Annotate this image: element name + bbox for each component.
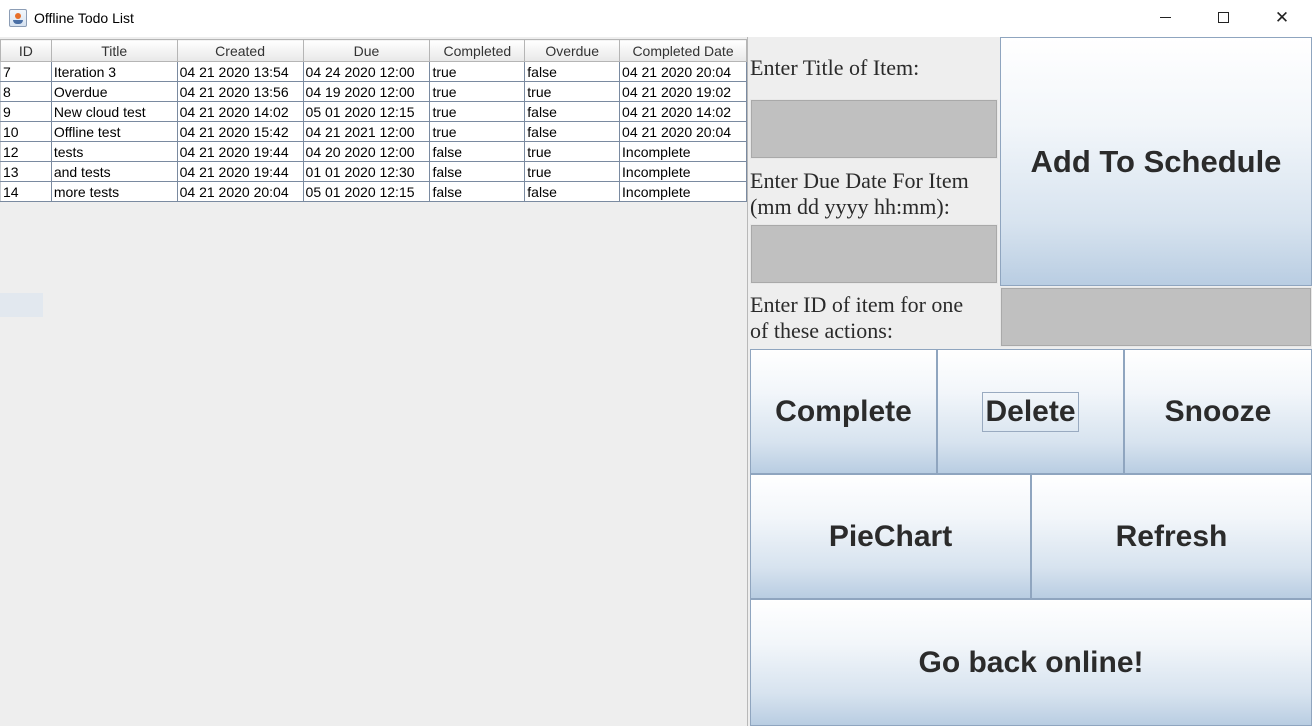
table-row[interactable]: 8 Overdue 04 21 2020 13:56 04 19 2020 12:00… — [0, 81, 747, 102]
table-cell[interactable]: false — [524, 61, 621, 82]
column-header[interactable]: Completed Date — [619, 39, 747, 62]
go-back-online-button[interactable]: Go back online! — [750, 599, 1312, 726]
due-date-input[interactable] — [750, 224, 998, 284]
table-cell[interactable]: false — [429, 161, 526, 182]
table-cell[interactable]: 04 21 2020 14:02 — [176, 101, 304, 122]
table-header-row: ID Title Created Due Completed Overdue Complet… — [0, 39, 747, 62]
table-cell[interactable]: 04 21 2021 12:00 — [302, 121, 431, 142]
minimize-icon[interactable] — [1136, 0, 1194, 36]
table-row[interactable]: 14 more tests 04 21 2020 20:04 05 01 2020 1… — [0, 181, 747, 202]
delete-button-label: Delete — [982, 391, 1079, 432]
column-header[interactable]: Completed — [429, 39, 526, 62]
column-header[interactable]: Overdue — [524, 39, 621, 62]
table-cell[interactable]: false — [524, 181, 621, 202]
maximize-icon[interactable] — [1194, 0, 1252, 36]
table-row[interactable]: 13 and tests 04 21 2020 19:44 01 01 2020 12… — [0, 161, 747, 182]
complete-button[interactable]: Complete — [750, 349, 937, 474]
table-cell[interactable]: 9 — [0, 101, 52, 122]
table-cell[interactable]: true — [429, 121, 526, 142]
snooze-button[interactable]: Snooze — [1124, 349, 1312, 474]
table-empty-area-highlight — [0, 293, 43, 317]
refresh-button[interactable]: Refresh — [1031, 474, 1312, 599]
table-cell[interactable]: 8 — [0, 81, 52, 102]
column-header[interactable]: Title — [50, 39, 178, 62]
todo-table: ID Title Created Due Completed Overdue Complet… — [0, 39, 747, 202]
column-header[interactable]: Created — [176, 39, 304, 62]
piechart-button[interactable]: PieChart — [750, 474, 1031, 599]
table-cell[interactable]: true — [429, 61, 526, 82]
table-cell[interactable]: 04 21 2020 19:02 — [619, 81, 747, 102]
close-icon[interactable]: ✕ — [1253, 0, 1311, 36]
add-to-schedule-button[interactable]: Add To Schedule — [1000, 37, 1312, 286]
table-cell[interactable]: false — [429, 141, 526, 162]
title-input[interactable] — [750, 99, 998, 159]
table-cell[interactable]: Offline test — [50, 121, 178, 142]
column-header[interactable]: ID — [0, 39, 52, 62]
table-cell[interactable]: 7 — [0, 61, 52, 82]
due-label-line2: (mm dd yyyy hh:mm): — [750, 194, 950, 219]
todo-table-panel: ID Title Created Due Completed Overdue Complet… — [0, 37, 748, 726]
table-cell[interactable]: 04 21 2020 20:04 — [619, 61, 747, 82]
table-cell[interactable]: 04 21 2020 19:44 — [176, 161, 304, 182]
table-cell[interactable]: 12 — [0, 141, 52, 162]
table-cell[interactable]: Incomplete — [619, 141, 747, 162]
id-label-line2: of these actions: — [750, 318, 893, 343]
table-cell[interactable]: 04 21 2020 20:04 — [176, 181, 304, 202]
table-cell[interactable]: 04 21 2020 13:54 — [176, 61, 304, 82]
table-cell[interactable]: 14 — [0, 181, 52, 202]
table-cell[interactable]: Incomplete — [619, 161, 747, 182]
id-label-line1: Enter ID of item for one — [750, 292, 964, 317]
table-cell[interactable]: 04 21 2020 20:04 — [619, 121, 747, 142]
due-label-line1: Enter Due Date For Item — [750, 168, 969, 193]
table-cell[interactable]: true — [429, 81, 526, 102]
table-cell[interactable]: 05 01 2020 12:15 — [302, 181, 431, 202]
table-cell[interactable]: 04 21 2020 14:02 — [619, 101, 747, 122]
table-cell[interactable]: tests — [50, 141, 178, 162]
table-cell[interactable]: 04 20 2020 12:00 — [302, 141, 431, 162]
table-cell[interactable]: true — [524, 141, 621, 162]
table-cell[interactable]: true — [524, 161, 621, 182]
table-cell[interactable]: 04 21 2020 13:56 — [176, 81, 304, 102]
delete-button[interactable]: Delete — [937, 349, 1124, 474]
table-row[interactable]: 9 New cloud test 04 21 2020 14:02 05 01 202… — [0, 101, 747, 122]
todo-form: Enter Title of Item: Enter Due Date For … — [748, 37, 1312, 726]
window-title: Offline Todo List — [34, 10, 134, 26]
table-cell[interactable]: more tests — [50, 181, 178, 202]
table-cell[interactable]: false — [524, 101, 621, 122]
table-cell[interactable]: false — [524, 121, 621, 142]
table-body: 7 Iteration 3 04 21 2020 13:54 04 24 2020 1… — [0, 61, 747, 202]
table-cell[interactable]: 10 — [0, 121, 52, 142]
window-titlebar: Offline Todo List ✕ — [0, 0, 1312, 37]
column-header[interactable]: Due — [302, 39, 431, 62]
table-cell[interactable]: and tests — [50, 161, 178, 182]
title-label: Enter Title of Item: — [750, 55, 920, 80]
table-row[interactable]: 7 Iteration 3 04 21 2020 13:54 04 24 2020 1… — [0, 61, 747, 82]
item-id-input[interactable] — [1000, 287, 1312, 347]
table-cell[interactable]: true — [524, 81, 621, 102]
table-cell[interactable]: 04 21 2020 15:42 — [176, 121, 304, 142]
table-cell[interactable]: 13 — [0, 161, 52, 182]
table-cell[interactable]: 04 19 2020 12:00 — [302, 81, 431, 102]
table-row[interactable]: 12 tests 04 21 2020 19:44 04 20 2020 12:00 f… — [0, 141, 747, 162]
table-cell[interactable]: 04 21 2020 19:44 — [176, 141, 304, 162]
table-cell[interactable]: 01 01 2020 12:30 — [302, 161, 431, 182]
table-cell[interactable]: Overdue — [50, 81, 178, 102]
table-row[interactable]: 10 Offline test 04 21 2020 15:42 04 21 2021… — [0, 121, 747, 142]
table-cell[interactable]: Incomplete — [619, 181, 747, 202]
table-cell[interactable]: false — [429, 181, 526, 202]
java-app-icon — [9, 9, 27, 27]
table-cell[interactable]: Iteration 3 — [50, 61, 178, 82]
table-cell[interactable]: true — [429, 101, 526, 122]
table-cell[interactable]: 04 24 2020 12:00 — [302, 61, 431, 82]
table-cell[interactable]: New cloud test — [50, 101, 178, 122]
table-cell[interactable]: 05 01 2020 12:15 — [302, 101, 431, 122]
